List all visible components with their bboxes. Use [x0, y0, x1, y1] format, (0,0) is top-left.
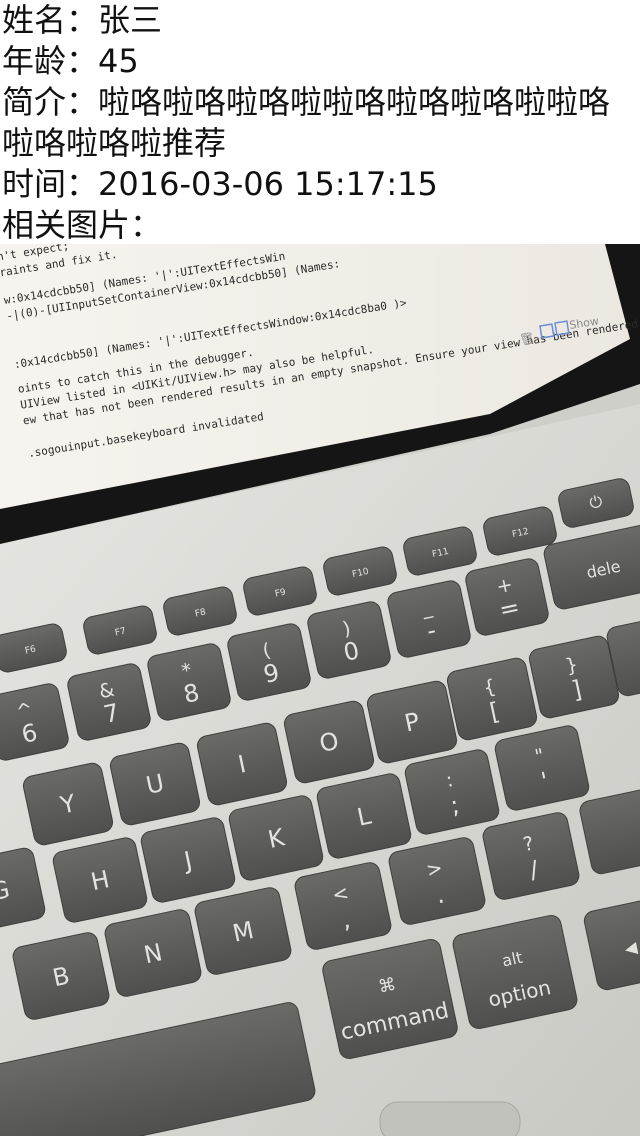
trash-icon: 🗑 — [518, 331, 535, 347]
images-label: 相关图片： — [2, 206, 163, 244]
time-row: 时间：2016-03-06 15:17:15 — [2, 164, 640, 205]
images-row: 相关图片： — [2, 205, 640, 246]
name-value: 张三 — [98, 1, 163, 39]
time-value: 2016-03-06 15:17:15 — [98, 165, 438, 203]
name-label: 姓名： — [2, 1, 99, 39]
profile-info: 姓名：张三 年龄：45 简介：啦咯啦咯啦咯啦啦咯啦咯啦咯啦啦咯啦咯啦咯啦推荐 时… — [0, 0, 640, 246]
laptop-photo: n't expect; raints and fix it. w:0x14cdc… — [0, 244, 640, 1136]
intro-label: 简介： — [2, 83, 99, 121]
age-row: 年龄：45 — [2, 41, 640, 82]
age-label: 年龄： — [2, 42, 99, 80]
intro-row: 简介：啦咯啦咯啦咯啦啦咯啦咯啦咯啦啦咯啦咯啦咯啦推荐 — [2, 82, 640, 164]
name-row: 姓名：张三 — [2, 0, 640, 41]
related-photo[interactable]: n't expect; raints and fix it. w:0x14cdc… — [0, 244, 640, 1136]
time-label: 时间： — [2, 165, 99, 203]
trackpad-edge — [379, 1101, 521, 1136]
age-value: 45 — [98, 42, 139, 80]
